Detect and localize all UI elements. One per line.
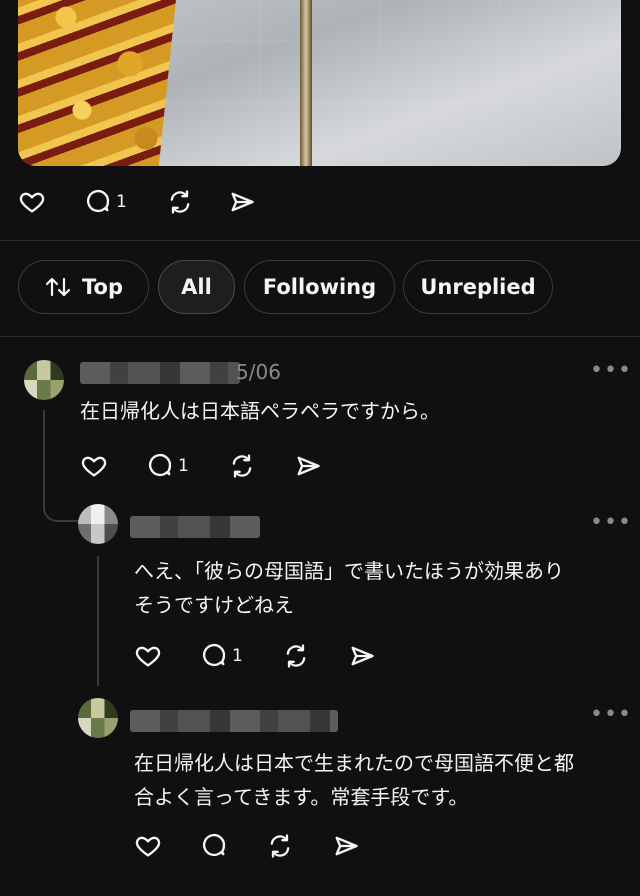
brass-pole [300, 0, 312, 166]
comment-text: へえ、「彼らの母国語」で書いたほうが効果あり そうですけどねえ [134, 554, 564, 622]
avatar[interactable] [78, 504, 118, 544]
section-divider [0, 336, 640, 337]
thread-line [97, 556, 99, 686]
heart-icon [81, 456, 107, 477]
comment-date: 5/06 [236, 360, 281, 384]
reply-count: 1 [178, 456, 189, 476]
comment-text: 在日帰化人は日本で生まれたので母国語不便と都 合よく言ってきます。常套手段です。 [134, 746, 574, 814]
repost-button[interactable] [282, 642, 348, 670]
sort-icon [45, 277, 71, 297]
filter-all-label: All [181, 275, 212, 299]
reply-count: 1 [232, 646, 243, 666]
share-button[interactable] [294, 452, 334, 480]
comment-text-line: 合よく言ってきます。常套手段です。 [134, 785, 469, 809]
comment-text: 在日帰化人は日本語ペラペラですから。 [80, 399, 440, 423]
share-button[interactable] [348, 642, 388, 670]
more-options-button[interactable]: ••• [590, 510, 632, 535]
filter-all-button[interactable]: All [158, 260, 235, 314]
username-blurred[interactable] [80, 362, 240, 384]
avatar[interactable] [24, 360, 64, 400]
repost-button[interactable] [166, 188, 228, 216]
repost-icon [270, 834, 290, 858]
send-icon [231, 192, 254, 212]
repost-icon [232, 454, 252, 478]
repost-button[interactable] [266, 832, 332, 860]
reply-button[interactable]: 1 [84, 188, 166, 216]
more-options-button[interactable]: ••• [590, 358, 632, 383]
reply-count: 1 [116, 192, 127, 212]
repost-icon [286, 644, 306, 668]
filter-top-button[interactable]: Top [18, 260, 149, 314]
heart-icon [19, 192, 45, 213]
comment-actions [134, 832, 372, 860]
like-button[interactable] [134, 642, 200, 670]
repost-icon [170, 190, 190, 214]
more-options-button[interactable]: ••• [590, 702, 632, 727]
comment-icon [148, 453, 172, 477]
comment-icon [86, 189, 110, 213]
heart-icon [135, 836, 161, 857]
like-button[interactable] [134, 832, 200, 860]
like-button[interactable] [80, 452, 146, 480]
share-button[interactable] [228, 188, 268, 216]
post-actions: 1 [18, 188, 268, 216]
comment-text-line: そうですけどねえ [134, 593, 294, 617]
comment-icon [202, 643, 226, 667]
filter-following-label: Following [262, 275, 377, 299]
avatar[interactable] [78, 698, 118, 738]
comment-text-line: 在日帰化人は日本で生まれたので母国語不便と都 [134, 751, 574, 775]
send-icon [297, 456, 320, 476]
reply-button[interactable] [200, 832, 266, 860]
reply-button[interactable]: 1 [200, 642, 282, 670]
comment-actions: 1 [134, 642, 388, 670]
share-button[interactable] [332, 832, 372, 860]
filter-following-button[interactable]: Following [244, 260, 395, 314]
send-icon [335, 836, 358, 856]
comment-actions: 1 [80, 452, 334, 480]
reply-button[interactable]: 1 [146, 452, 228, 480]
filter-unreplied-button[interactable]: Unreplied [403, 260, 553, 314]
thread-connector [43, 498, 81, 522]
like-button[interactable] [18, 188, 84, 216]
post-image[interactable] [18, 0, 621, 166]
filter-top-label: Top [82, 275, 123, 299]
repost-button[interactable] [228, 452, 294, 480]
username-blurred[interactable] [130, 516, 260, 538]
heart-icon [135, 646, 161, 667]
filter-unreplied-label: Unreplied [420, 275, 536, 299]
username-blurred[interactable] [130, 710, 338, 732]
send-icon [351, 646, 374, 666]
comment-text-line: へえ、「彼らの母国語」で書いたほうが効果あり [134, 559, 564, 583]
section-divider [0, 240, 640, 241]
gold-ornament [18, 0, 178, 166]
comment-icon [202, 833, 226, 857]
thread-line [43, 410, 45, 510]
